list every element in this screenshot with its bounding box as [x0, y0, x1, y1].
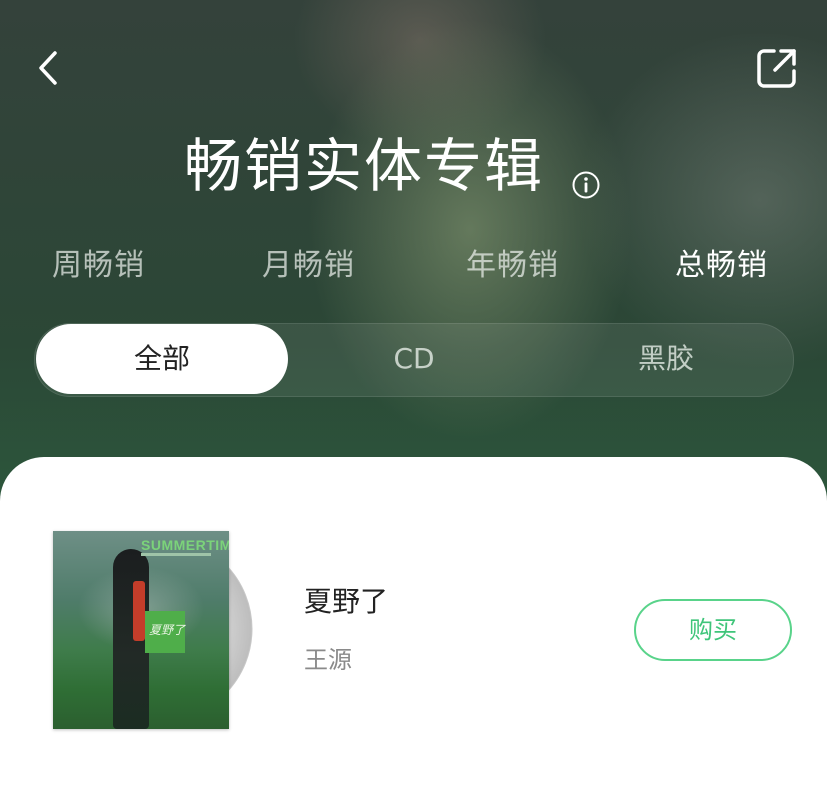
filter-vinyl[interactable]: 黑胶 [540, 324, 792, 394]
filter-all[interactable]: 全部 [36, 324, 288, 394]
filter-cd[interactable]: CD [288, 324, 540, 394]
buy-button[interactable]: 购买 [634, 599, 792, 661]
cover-title-text: SUMMERTIME [141, 537, 229, 553]
info-circle-icon [572, 171, 600, 199]
cover-badge-text: 夏野了 [149, 623, 186, 637]
chevron-left-icon [39, 51, 57, 85]
album-cover[interactable]: SUMMERTIME 夏野了 [53, 531, 229, 729]
cover-accent [133, 581, 145, 641]
album-artist[interactable]: 王源 [304, 642, 352, 678]
tab-yearly-bestseller[interactable]: 年畅销 [466, 244, 559, 288]
share-button[interactable] [754, 45, 800, 91]
cover-badge: 夏野了 [145, 611, 185, 653]
cover-subline [141, 553, 211, 556]
tab-weekly-bestseller[interactable]: 周畅销 [52, 244, 145, 288]
info-button[interactable] [571, 170, 601, 200]
album-title[interactable]: 夏野了 [304, 582, 388, 622]
share-external-icon [757, 49, 796, 88]
page-title: 畅销实体专辑 [184, 132, 545, 200]
tab-all-time-bestseller[interactable]: 总畅销 [675, 244, 768, 288]
tab-monthly-bestseller[interactable]: 月畅销 [262, 244, 355, 288]
back-button[interactable] [33, 46, 73, 92]
